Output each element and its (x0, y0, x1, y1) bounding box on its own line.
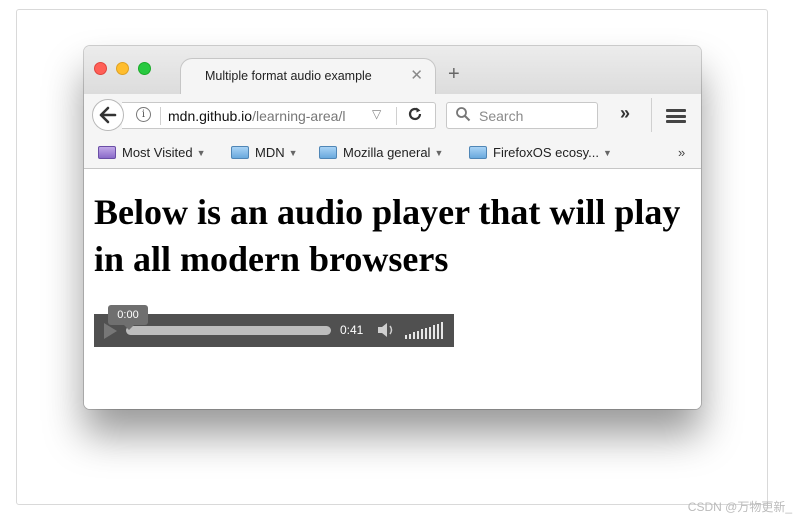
page-heading: Below is an audio player that will play … (94, 192, 681, 279)
new-tab-button[interactable]: + (448, 64, 460, 84)
maximize-window-button[interactable] (138, 62, 151, 75)
bookmark-label: Most Visited (122, 145, 193, 160)
title-bar: Multiple format audio example ✕ + (84, 46, 701, 95)
bookmark-firefoxos[interactable]: FirefoxOS ecosy... ▼ (469, 145, 612, 163)
volume-bar (417, 330, 419, 339)
volume-bar (441, 322, 443, 339)
tab-close-icon[interactable]: ✕ (410, 66, 423, 84)
bookmark-label: FirefoxOS ecosy... (493, 145, 599, 160)
bookmarks-toolbar: Most Visited ▼ MDN ▼ Mozilla general ▼ Fire… (84, 137, 701, 169)
bookmark-mdn[interactable]: MDN ▼ (231, 145, 298, 163)
search-placeholder: Search (479, 108, 524, 124)
tab-active[interactable]: Multiple format audio example ✕ (180, 58, 436, 95)
url-divider (160, 107, 161, 125)
toolbar-overflow-icon[interactable]: » (620, 103, 630, 124)
volume-bar (437, 323, 439, 339)
info-icon[interactable]: i (136, 107, 151, 122)
volume-slider[interactable] (405, 322, 447, 339)
folder-icon (469, 146, 487, 159)
seek-bar[interactable] (126, 326, 331, 335)
url-path: /learning-area/l (252, 108, 346, 124)
bookmark-most-visited[interactable]: Most Visited ▼ (98, 145, 206, 163)
url-divider (396, 107, 397, 125)
browser-window: Multiple format audio example ✕ + i mdn.… (84, 46, 701, 409)
url-dropdown-icon[interactable]: ▽ (372, 107, 381, 121)
volume-bar (425, 328, 427, 339)
search-bar[interactable]: Search (446, 102, 598, 129)
url-host: mdn.github.io (168, 108, 253, 124)
page-content: Below is an audio player that will play … (84, 169, 701, 409)
volume-bar (429, 326, 431, 339)
volume-icon[interactable] (376, 321, 398, 339)
chevron-down-icon: ▼ (602, 148, 612, 158)
navigation-toolbar: i mdn.github.io/learning-area/l ▽ Search… (84, 94, 701, 137)
most-visited-icon (98, 146, 116, 159)
bookmark-label: MDN (255, 145, 285, 160)
tab-title: Multiple format audio example (205, 69, 372, 83)
chevron-down-icon: ▼ (196, 148, 206, 158)
volume-bar (433, 325, 435, 339)
play-icon[interactable] (104, 323, 117, 339)
search-icon (456, 107, 471, 122)
chevron-down-icon: ▼ (288, 148, 298, 158)
folder-icon (319, 146, 337, 159)
bookmark-label: Mozilla general (343, 145, 431, 160)
folder-icon (231, 146, 249, 159)
chevron-down-icon: ▼ (434, 148, 444, 158)
reload-icon[interactable] (407, 106, 423, 127)
toolbar-divider (651, 98, 652, 132)
volume-bar (405, 335, 407, 339)
hamburger-menu-icon[interactable] (666, 109, 686, 123)
url-text[interactable]: mdn.github.io/learning-area/l (168, 108, 366, 124)
volume-bar (421, 329, 423, 339)
bookmark-mozilla-general[interactable]: Mozilla general ▼ (319, 145, 443, 163)
minimize-window-button[interactable] (116, 62, 129, 75)
bookmarks-overflow-icon[interactable]: » (678, 145, 685, 160)
audio-player: 0:41 (94, 314, 454, 347)
volume-bar (409, 333, 411, 339)
close-window-button[interactable] (94, 62, 107, 75)
watermark: CSDN @万物更新_ (687, 500, 792, 514)
url-bar[interactable]: i mdn.github.io/learning-area/l ▽ (122, 102, 436, 129)
back-button[interactable] (92, 99, 124, 131)
current-time-tooltip: 0:00 (108, 305, 148, 330)
duration-label: 0:41 (340, 323, 364, 337)
volume-bar (413, 332, 415, 339)
